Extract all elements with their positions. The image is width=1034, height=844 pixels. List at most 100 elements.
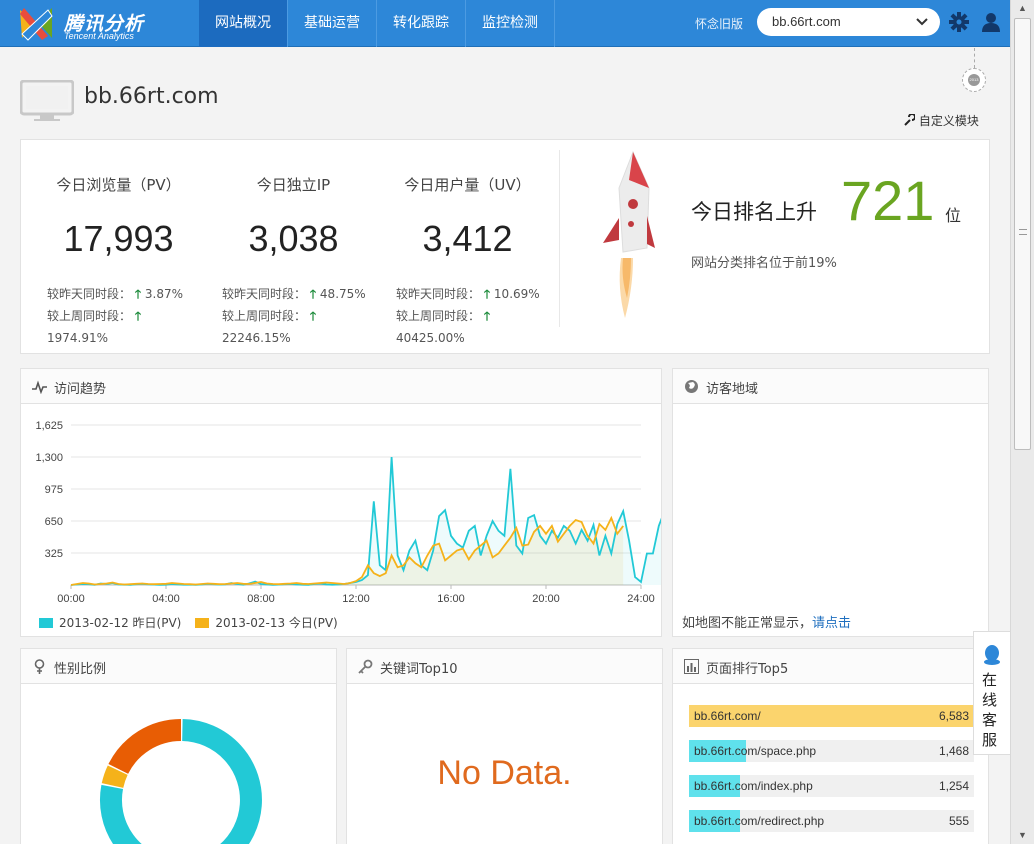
page-ranking-panel: 页面排行Top5 bb.66rt.com/6,583 bb.66rt.com/sp…	[672, 648, 989, 844]
x-tick-label: 00:00	[57, 593, 85, 605]
globe-icon	[685, 380, 698, 393]
key-icon	[358, 659, 373, 674]
version-badge[interactable]: 2013	[962, 68, 986, 92]
arrow-up-icon: 🡑	[309, 287, 317, 301]
cmp-day-value: 48.75%	[319, 287, 366, 301]
arrow-up-icon: 🡑	[483, 287, 491, 301]
donut-slice[interactable]	[101, 765, 128, 789]
panel-header: 访客地域	[673, 369, 988, 404]
page-count: 6,583	[938, 709, 969, 723]
cmp-week-value: 40425.00%	[396, 331, 465, 345]
stat-value: 3,412	[422, 218, 513, 259]
panel-title: 访客地域	[706, 382, 759, 397]
cmp-day-label: 较昨天同时段：	[396, 287, 481, 301]
map-note-text: 如地图不能正常显示，	[682, 616, 813, 631]
visit-trend-panel: 访问趋势 1,625 1,300 975 650 325 00:00 04:00 08:00 1…	[20, 368, 662, 637]
legend-item-yesterday[interactable]: 2013-02-12 昨日(PV)	[39, 614, 181, 631]
y-tick-label: 325	[45, 548, 63, 560]
stat-label: 今日用户量（UV）	[404, 176, 531, 194]
gender-donut-chart[interactable]	[21, 685, 338, 844]
cmp-week-value: 1974.91%	[47, 331, 109, 345]
legend-swatch	[39, 618, 53, 628]
old-version-link[interactable]: 怀念旧版	[695, 15, 743, 32]
cmp-week-value: 22246.15%	[222, 331, 291, 345]
version-badge-label: 2013	[968, 74, 980, 86]
scroll-up-arrow-icon[interactable]: ▲	[1011, 0, 1034, 17]
arrow-up-icon: 🡑	[134, 287, 142, 301]
bar-chart-icon	[684, 659, 699, 674]
legend-item-today[interactable]: 2013-02-13 今日(PV)	[195, 614, 338, 631]
female-icon	[34, 659, 45, 674]
tencent-analytics-logo[interactable]: 腾讯分析 Tencent Analytics	[18, 6, 158, 42]
x-tick-label: 20:00	[532, 593, 560, 605]
page-ranking-row[interactable]: bb.66rt.com/index.php 1,254	[689, 775, 974, 797]
keywords-top10-panel: 关键词Top10 No Data.	[346, 648, 663, 844]
tab-basic-operations[interactable]: 基础运营	[288, 0, 377, 47]
top-nav-bar: 腾讯分析 Tencent Analytics 网站概况 基础运营 转化跟踪 监控…	[0, 0, 1010, 47]
panel-header: 关键词Top10	[347, 649, 662, 684]
page-ranking-row[interactable]: bb.66rt.com/space.php 1,468	[689, 740, 974, 762]
stat-comparison: 较昨天同时段： 🡑 48.75% 较上周同时段： 🡑 22246.15%	[222, 283, 366, 349]
scroll-thumb[interactable]	[1014, 18, 1031, 450]
customize-modules-link[interactable]: 自定义模块	[903, 112, 979, 129]
tab-monitoring[interactable]: 监控检测	[466, 0, 555, 47]
panel-title: 性别比例	[54, 662, 107, 677]
map-fallback-note: 如地图不能正常显示，请点击	[682, 612, 851, 631]
no-data-message: No Data.	[437, 754, 572, 792]
online-service-label: 在线客服	[982, 671, 998, 749]
monitor-icon	[20, 80, 74, 121]
page-count: 1,254	[938, 779, 969, 793]
page-ranking-row[interactable]: bb.66rt.com/redirect.php 555	[689, 810, 974, 832]
x-tick-label: 04:00	[152, 593, 180, 605]
scroll-down-arrow-icon[interactable]: ▼	[1011, 827, 1034, 844]
page-ranking-row[interactable]: bb.66rt.com/6,583	[689, 705, 974, 727]
page-url[interactable]: bb.66rt.com/space.php	[694, 744, 816, 758]
x-tick-label: 24:00	[627, 593, 655, 605]
page-url[interactable]: bb.66rt.com/	[694, 709, 761, 723]
tab-conversion-tracking[interactable]: 转化跟踪	[377, 0, 466, 47]
version-line	[974, 48, 975, 68]
page-scrollbar[interactable]: ▲ ▼	[1010, 0, 1034, 844]
rank-subtext: 网站分类排名位于前19%	[691, 256, 837, 271]
site-title: bb.66rt.com	[84, 84, 219, 109]
stat-label: 今日浏览量（PV）	[56, 176, 181, 194]
gear-icon[interactable]	[948, 11, 970, 33]
page-url[interactable]: bb.66rt.com/redirect.php	[694, 814, 824, 828]
gender-ratio-panel: 性别比例	[20, 648, 337, 844]
stat-label: 今日独立IP	[256, 176, 331, 194]
panel-header: 性别比例	[21, 649, 336, 684]
y-tick-label: 650	[45, 516, 63, 528]
pulse-icon	[32, 380, 47, 394]
donut-slice[interactable]	[108, 719, 182, 775]
panel-title: 访问趋势	[54, 382, 107, 397]
tab-site-overview[interactable]: 网站概况	[199, 0, 288, 47]
online-service-button[interactable]: 在线客服	[973, 631, 1010, 755]
user-icon[interactable]	[980, 11, 1002, 33]
logo-icon	[20, 8, 53, 41]
qq-penguin-icon	[984, 645, 1000, 665]
site-select-dropdown[interactable]: bb.66rt.com	[757, 8, 940, 36]
stat-comparison: 较昨天同时段： 🡑 10.69% 较上周同时段： 🡑 40425.00%	[396, 283, 540, 349]
cmp-day-value: 10.69%	[493, 287, 540, 301]
legend-label: 2013-02-13 今日(PV)	[215, 616, 338, 630]
cmp-day-label: 较昨天同时段：	[47, 287, 132, 301]
page-url[interactable]: bb.66rt.com/index.php	[694, 779, 813, 793]
panel-header: 访问趋势	[21, 369, 661, 404]
cmp-week-label: 较上周同时段：	[47, 309, 132, 323]
stat-comparison: 较昨天同时段： 🡑 3.87% 较上周同时段： 🡑 1974.91%	[47, 283, 183, 349]
map-click-link[interactable]: 请点击	[812, 616, 851, 631]
cmp-week-label: 较上周同时段：	[396, 309, 481, 323]
cmp-day-label: 较昨天同时段：	[222, 287, 307, 301]
visit-trend-chart[interactable]: 1,625 1,300 975 650 325 00:00 04:00 08:00 12:00 1…	[21, 405, 661, 610]
arrow-up-icon: 🡑	[309, 309, 317, 323]
panel-title: 关键词Top10	[380, 662, 458, 677]
today-stats-card: 今日浏览量（PV） 17,993 较昨天同时段： 🡑 3.87% 较上周同时段：…	[20, 139, 990, 354]
stat-value: 17,993	[63, 218, 174, 259]
chevron-down-icon	[916, 18, 928, 26]
x-tick-label: 12:00	[342, 593, 370, 605]
stat-value: 3,038	[248, 218, 339, 259]
x-tick-label: 08:00	[247, 593, 275, 605]
brand-subtitle: Tencent Analytics	[64, 31, 134, 41]
site-select-value: bb.66rt.com	[772, 14, 841, 29]
arrow-up-icon: 🡑	[134, 309, 142, 323]
